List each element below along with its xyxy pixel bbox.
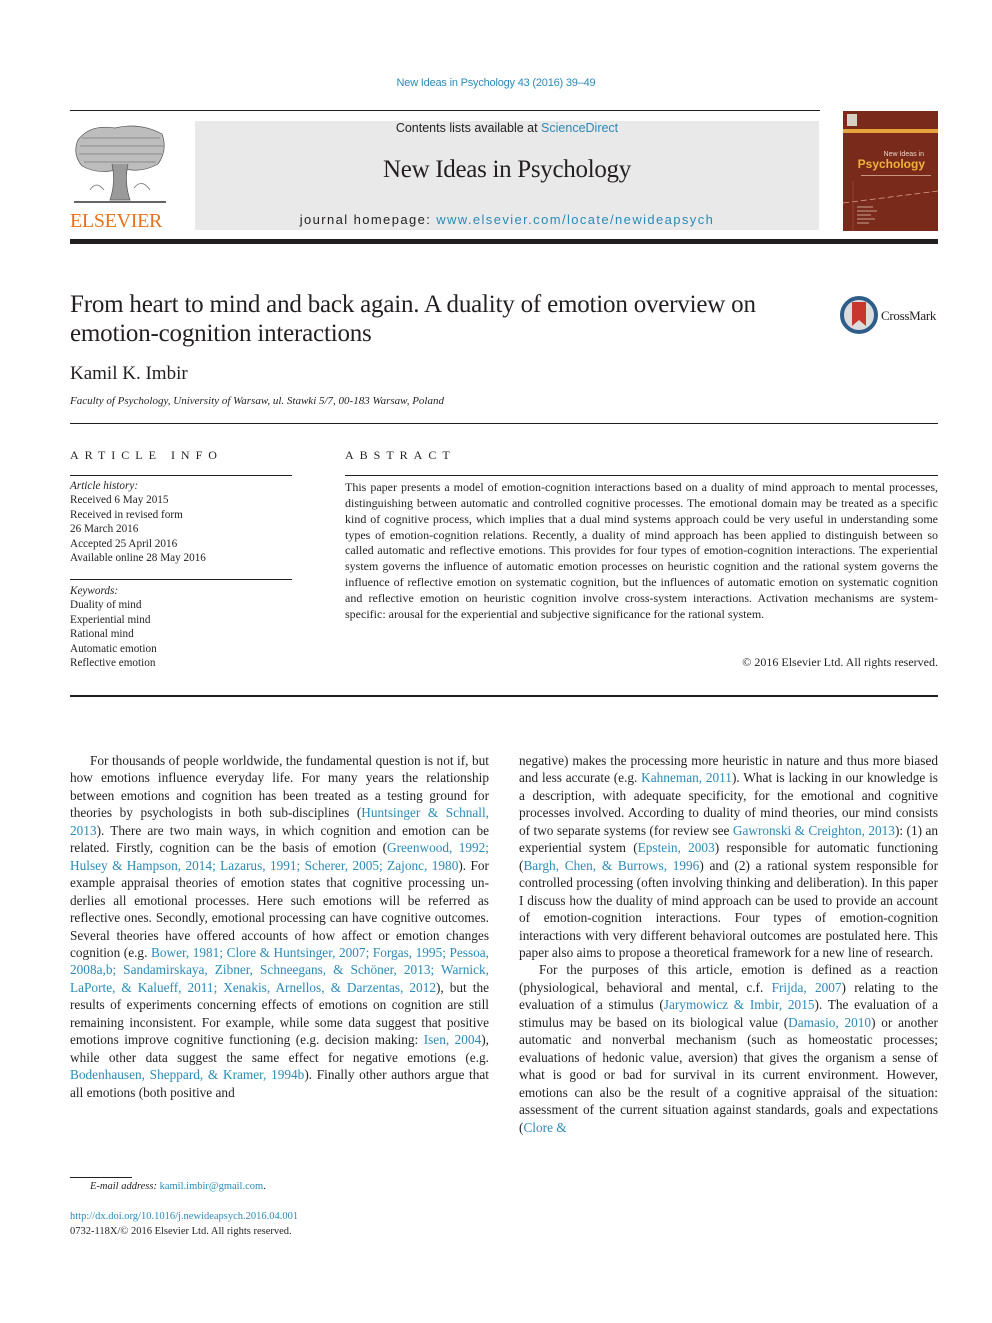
cover-band (843, 129, 938, 133)
keyword: Duality of mind (70, 599, 142, 612)
crossmark-icon (840, 296, 878, 334)
crossmark-label[interactable]: CrossMark (881, 308, 936, 324)
title-divider (70, 423, 938, 424)
body-column-right: negative) makes the processing more heur… (519, 752, 938, 1136)
abstract-bottom-rule (70, 695, 938, 697)
email-footnote: E-mail address: kamil.imbir@gmail.com. (90, 1181, 266, 1192)
body-paragraph: negative) makes the processing more heur… (519, 752, 938, 961)
cover-graphic (843, 181, 938, 231)
journal-cover-image[interactable]: New Ideas in Psychology (843, 111, 938, 231)
article-title: From heart to mind and back again. A dua… (70, 291, 756, 347)
cover-title: Psychology (857, 157, 925, 171)
email-label: E-mail address: (90, 1181, 157, 1192)
body-paragraph: For thousands of people worldwide, the f… (70, 752, 489, 1101)
keyword: Rational mind (70, 628, 134, 641)
homepage-prefix: journal homepage: (299, 212, 437, 227)
journal-citation-link[interactable]: New Ideas in Psychology 43 (2016) 39–49 (0, 77, 992, 89)
cover-rule (861, 175, 931, 176)
homepage-line: journal homepage: www.elsevier.com/locat… (195, 212, 819, 227)
citation-link[interactable]: Clore & (523, 1120, 566, 1135)
sciencedirect-link[interactable]: ScienceDirect (541, 121, 618, 135)
header-thick-rule (70, 239, 938, 244)
journal-name: New Ideas in Psychology (383, 156, 631, 183)
elsevier-wordmark: ELSEVIER (70, 210, 163, 232)
abstract-text: This paper presents a model of emotion-c… (345, 480, 938, 621)
citation-link[interactable]: Epstein, 2003 (638, 840, 715, 855)
header-top-rule (70, 110, 820, 111)
citation-link[interactable]: Damasio, 2010 (788, 1015, 871, 1030)
footnote-rule (70, 1177, 132, 1178)
citation-link[interactable]: Bargh, Chen, & Burrows, 1996 (523, 858, 699, 873)
keywords-label: Keywords: (70, 585, 119, 597)
history-label: Article history: (70, 480, 139, 492)
keyword: Automatic emotion (70, 642, 157, 655)
history-item: Available online 28 May 2016 (70, 552, 206, 565)
article-info-rule (70, 475, 292, 476)
citation-link[interactable]: Bodenhausen, Sheppard, & Kramer, 1994b (70, 1067, 304, 1082)
keyword: Experiential mind (70, 613, 151, 626)
abstract-copyright: © 2016 Elsevier Ltd. All rights reserved… (742, 655, 938, 669)
body-column-left: For thousands of people worldwide, the f… (70, 752, 489, 1101)
tree-icon (74, 125, 166, 203)
citation-link[interactable]: Isen, 2004 (424, 1032, 482, 1047)
history-item: Received 6 May 2015 (70, 494, 169, 507)
citation-link[interactable]: Gawronski & Creighton, 2013 (733, 823, 895, 838)
history-item: Received in revised form (70, 508, 183, 521)
body-text: ) or another automatic and nonverbal mec… (519, 1014, 938, 1135)
keywords-rule (70, 579, 292, 580)
cover-publisher-icon (847, 114, 857, 126)
history-item: 26 March 2016 (70, 523, 139, 536)
keywords-list: Keywords: Duality of mind Experiential m… (70, 584, 300, 670)
body-text: ) and (2) a rational system respon­sible… (519, 857, 939, 960)
citation-link[interactable]: Jarymowicz & Imbir, 2015 (664, 997, 815, 1012)
abstract-heading: ABSTRACT (345, 448, 456, 462)
article-history: Article history: Received 6 May 2015 Rec… (70, 479, 300, 565)
citation-link[interactable]: Frijda, 2007 (772, 980, 842, 995)
article-info-heading: ARTICLE INFO (70, 448, 223, 462)
homepage-link[interactable]: www.elsevier.com/locate/newideapsych (436, 212, 714, 227)
author-name: Kamil K. Imbir (70, 363, 188, 384)
abstract-rule (345, 475, 938, 476)
body-paragraph: For the purposes of this article, emotio… (519, 961, 938, 1136)
citation-link[interactable]: Kahneman, 2011 (641, 770, 732, 785)
journal-banner: Contents lists available at ScienceDirec… (195, 121, 819, 230)
email-link[interactable]: kamil.imbir@gmail.com (160, 1181, 264, 1192)
issn-copyright: 0732-118X/© 2016 Elsevier Ltd. All right… (70, 1226, 292, 1237)
contents-prefix: Contents lists available at (395, 121, 542, 135)
author-affiliation: Faculty of Psychology, University of War… (70, 395, 444, 407)
contents-line: Contents lists available at ScienceDirec… (195, 121, 819, 135)
keyword: Reflective emotion (70, 657, 156, 670)
email-suffix: . (263, 1181, 266, 1192)
doi-link[interactable]: http://dx.doi.org/10.1016/j.newideapsych… (70, 1211, 298, 1222)
history-item: Accepted 25 April 2016 (70, 537, 178, 550)
